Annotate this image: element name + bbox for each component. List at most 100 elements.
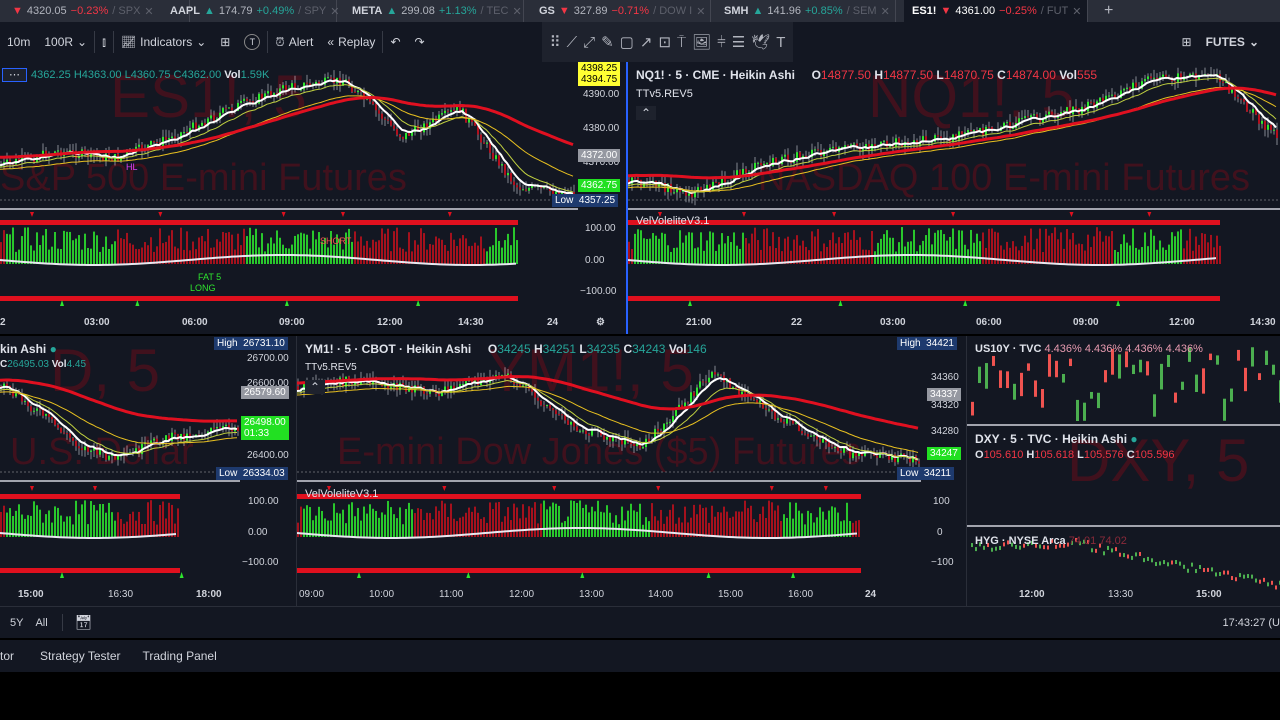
collapse-icon[interactable]: ⌃ — [636, 106, 657, 120]
osc-bar — [147, 245, 149, 264]
price-tick: 26700.00 — [247, 353, 289, 364]
osc-bar — [435, 506, 437, 537]
chart-pane-macro[interactable]: US10Y · TVC 4.436% 4.436% 4.436% 4.436% … — [966, 336, 1280, 606]
osc-bar — [724, 243, 726, 264]
chart-pane-ym[interactable]: YM1!, 5 E-mini Dow Jones ($5) Futures YM… — [296, 336, 966, 606]
osc-bar — [735, 511, 737, 537]
rectangle-icon[interactable]: ▢ — [620, 33, 634, 51]
clock-timezone[interactable]: 17:43:27 (U — [1223, 617, 1280, 629]
measure-icon[interactable]: ⊡ — [658, 33, 671, 51]
chart-pane-es[interactable]: ES1!, 5 S&P 500 E-mini Futures ⋯ 4362.25 … — [0, 62, 626, 334]
layout-button[interactable]: ⊞ — [1175, 35, 1199, 49]
usd-legend: kin Ashi ● — [0, 342, 57, 356]
chart-pane-nq[interactable]: NQ1!, 5 NASDAQ 100 E-mini Futures NQ1! ·… — [628, 62, 1280, 334]
candle — [222, 108, 224, 113]
osc-bar — [1138, 249, 1140, 264]
tab-price: 4320.05 — [26, 5, 67, 17]
candle — [84, 446, 86, 451]
osc-bar — [153, 521, 155, 537]
chart-pane-usd[interactable]: D, 5 U.S. Dollar kin Ashi ● C26495.03 Vo… — [0, 336, 296, 606]
collapse-icon[interactable]: ⌃ — [305, 380, 326, 394]
osc-bar — [679, 230, 681, 264]
down-arrow-icon: ▼ — [940, 5, 952, 17]
goto-date-icon[interactable]: 📅︎ — [61, 614, 92, 631]
tab-pine-editor[interactable]: tor — [0, 649, 14, 663]
range-button[interactable]: 100R ⌄ — [37, 35, 94, 49]
osc-bar — [429, 513, 431, 537]
close-icon[interactable]: ✕ — [144, 5, 153, 18]
more-icon[interactable]: ⋯ — [2, 68, 27, 82]
candle — [1179, 561, 1181, 566]
drag-handle-icon[interactable]: ⠿ — [550, 33, 561, 51]
layout-grid-button[interactable]: ⊞ — [213, 35, 237, 49]
image-icon[interactable]: 🖼︎ — [692, 33, 711, 51]
tab-symbol: META — [352, 5, 383, 17]
osc-bar — [465, 512, 467, 537]
interval-button[interactable]: 10m — [0, 35, 37, 49]
symbol-tab[interactable]: META ▲ 299.08 +1.13% / TEC ✕ — [344, 0, 524, 22]
nq-chart-canvas[interactable] — [628, 62, 1280, 334]
candle — [744, 391, 746, 394]
osc-bar — [72, 524, 74, 537]
ym-chart-canvas[interactable] — [297, 336, 966, 606]
osc-bar — [84, 233, 86, 264]
redo-button[interactable]: ↷ — [408, 35, 432, 49]
symbol-tab[interactable]: SMH ▲ 141.96 +0.85% / SEM ✕ — [716, 0, 896, 22]
candle — [6, 383, 8, 386]
twitter-icon[interactable]: 🕊︎ — [751, 33, 770, 51]
osc-bar — [381, 228, 383, 264]
arrow-icon[interactable]: ↗ — [640, 33, 653, 51]
candle — [213, 115, 215, 121]
brush-icon[interactable]: ✎ — [601, 33, 614, 51]
long-position-icon[interactable]: ⫩ — [717, 34, 726, 51]
replay-button[interactable]: «Replay — [320, 35, 382, 49]
osc-bar — [378, 517, 380, 537]
candle — [480, 134, 482, 143]
symbol-tab-active[interactable]: ES1! ▼ 4361.00 −0.25% / FUT ✕ — [904, 0, 1088, 22]
tab-symbol: GS — [539, 5, 555, 17]
template-button[interactable]: T — [237, 34, 267, 50]
close-icon[interactable]: ✕ — [330, 5, 339, 18]
add-tab-button[interactable]: + — [1096, 0, 1121, 22]
callout-icon[interactable]: ⍑ — [677, 34, 686, 51]
layout-name-button[interactable]: FUTES ⌄ — [1199, 35, 1266, 49]
price-tag-value: 4398.25 — [581, 63, 618, 74]
candle — [150, 140, 152, 145]
close-icon[interactable]: ✕ — [696, 5, 705, 18]
segment-icon[interactable]: ⤢ — [583, 34, 595, 51]
undo-button[interactable]: ↶ — [383, 35, 407, 49]
osc-bar — [582, 507, 584, 537]
indicators-button[interactable]: 📈︎ Indicators ⌄ — [114, 35, 213, 49]
chart-type-button[interactable]: ⫾ — [95, 35, 113, 50]
symbol-tab[interactable]: GS ▼ 327.89 −0.71% / DOW I ✕ — [531, 0, 711, 22]
alert-button[interactable]: ⏰︎ Alert — [268, 35, 320, 50]
text-icon[interactable]: T — [776, 34, 785, 51]
osc-bar — [228, 232, 230, 264]
close-icon[interactable]: ✕ — [881, 5, 890, 18]
osc-bar — [318, 506, 320, 537]
range-5y-button[interactable]: 5Y — [10, 617, 23, 629]
osc-bar — [492, 245, 494, 264]
range-all-button[interactable]: All — [35, 617, 47, 629]
osc-bar — [150, 237, 152, 264]
high-tag: High 34421 — [897, 337, 957, 350]
fib-icon[interactable]: ☰ — [732, 33, 745, 51]
es-chart-canvas[interactable] — [0, 62, 626, 334]
symbol-tab[interactable]: AAPL ▲ 174.79 +0.49% / SPY ✕ — [162, 0, 339, 22]
osc-bar — [420, 509, 422, 537]
high-value: 26731.10 — [243, 338, 285, 349]
osc-bar — [552, 502, 554, 537]
osc-bar — [670, 251, 672, 264]
tab-trading-panel[interactable]: Trading Panel — [143, 649, 217, 663]
candle — [507, 172, 509, 176]
candle — [1048, 111, 1050, 115]
tab-strategy-tester[interactable]: Strategy Tester — [40, 649, 120, 663]
macro-chart-canvas[interactable] — [967, 336, 1280, 606]
close-icon[interactable]: ✕ — [1072, 5, 1081, 18]
osc-bar — [561, 522, 563, 537]
layout-name: FUTES — [1205, 35, 1245, 49]
osc-bar — [901, 227, 903, 264]
close-icon[interactable]: ✕ — [512, 5, 521, 18]
trend-line-icon[interactable]: ⟋ — [567, 34, 578, 51]
osc-bar — [78, 235, 80, 264]
